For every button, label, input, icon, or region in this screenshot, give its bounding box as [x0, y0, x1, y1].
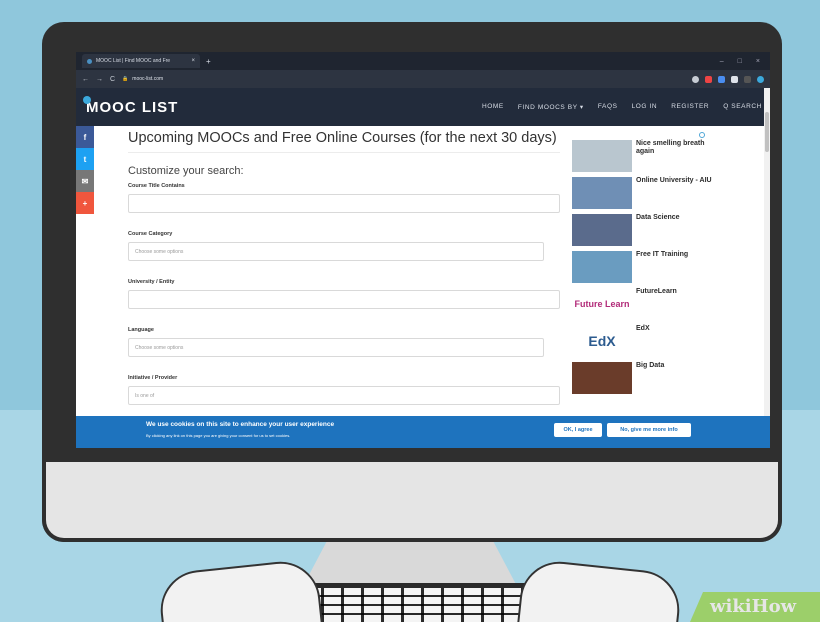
sidebar-item-title: Online University - AIU [636, 177, 712, 184]
sidebar-item[interactable]: Online University - AIU [572, 177, 712, 214]
page-title: Upcoming MOOCs and Free Online Courses (… [128, 130, 560, 153]
reload-button[interactable]: C [110, 76, 115, 83]
edx-logo: EdX [572, 325, 632, 357]
field-label: Language [128, 327, 154, 333]
site-nav: HOME FIND MOOCS BY ▾ FAQS LOG IN REGISTE… [482, 103, 762, 111]
sidebar-thumbnail [572, 251, 632, 283]
futurelearn-logo: Future Learn [572, 288, 632, 320]
initiative-provider-select[interactable]: Is one of [128, 386, 560, 405]
new-tab-button[interactable]: + [206, 57, 211, 66]
sidebar-item[interactable]: Nice smelling breath again [572, 140, 712, 177]
nav-log-in[interactable]: LOG IN [632, 103, 658, 111]
more-share-button[interactable]: + [76, 192, 94, 214]
sidebar-thumbnail [572, 214, 632, 246]
wikihow-watermark: wikiHow [690, 592, 820, 622]
lock-icon: 🔒 [122, 76, 129, 82]
illustration: MOOC List | Find MOOC and Fre × + – □ × … [0, 0, 820, 622]
sidebar-item-title: Free IT Training [636, 251, 689, 258]
sidebar-item-title: Nice smelling breath again [636, 140, 705, 155]
sidebar-item[interactable]: Data Science [572, 214, 712, 251]
profile-avatar[interactable] [757, 75, 764, 83]
sidebar-item[interactable]: Free IT Training [572, 251, 712, 288]
cookie-text: By clicking any link on this page you ar… [146, 433, 291, 438]
close-window-button[interactable]: × [756, 58, 760, 65]
screen: MOOC List | Find MOOC and Fre × + – □ × … [76, 52, 770, 448]
scrollbar-thumb[interactable] [765, 112, 769, 152]
email-share-button[interactable]: ✉ [76, 170, 94, 192]
nav-register[interactable]: REGISTER [671, 103, 709, 111]
ad-info-icon[interactable] [699, 132, 705, 138]
window-controls: – □ × [720, 58, 770, 65]
field-label: Course Category [128, 231, 173, 237]
plus-icon: + [82, 198, 88, 208]
sidebar-item-title: EdX [636, 325, 650, 332]
sidebar-thumbnail [572, 177, 632, 209]
cookie-title: We use cookies on this site to enhance y… [146, 421, 335, 428]
close-tab-icon[interactable]: × [191, 58, 195, 64]
logo-drop-icon [83, 95, 91, 104]
address-bar[interactable]: 🔒 mooc-list.com [122, 73, 685, 85]
language-select[interactable]: Choose some options [128, 338, 544, 357]
course-title-input[interactable] [128, 194, 560, 213]
search-heading: Customize your search: [128, 165, 244, 177]
extension-icon[interactable] [744, 75, 751, 83]
field-label: University / Entity [128, 279, 175, 285]
nav-home[interactable]: HOME [482, 103, 504, 111]
extension-icon[interactable] [731, 75, 738, 83]
extension-icon[interactable] [705, 75, 712, 83]
url-text: mooc-list.com [132, 76, 164, 82]
email-icon: ✉ [81, 176, 89, 186]
course-category-select[interactable]: Choose some options [128, 242, 544, 261]
twitter-icon: t [83, 154, 87, 164]
field-label: Initiative / Provider [128, 375, 178, 381]
field-label: Course Title Contains [128, 183, 185, 189]
sidebar-item[interactable]: Future Learn FutureLearn [572, 288, 712, 325]
site-logo[interactable]: MOOC LIST [83, 95, 179, 116]
nav-faqs[interactable]: FAQS [598, 103, 618, 111]
browser-tab[interactable]: MOOC List | Find MOOC and Fre × [82, 54, 200, 68]
nav-search[interactable]: Q SEARCH [723, 103, 762, 111]
tab-title: MOOC List | Find MOOC and Fre [96, 58, 171, 64]
wikihow-text: wikiHow [710, 596, 797, 617]
sidebar-item-title: Data Science [636, 214, 680, 221]
twitter-share-button[interactable]: t [76, 148, 94, 170]
facebook-share-button[interactable]: f [76, 126, 94, 148]
extensions [692, 75, 764, 83]
site-logo-text: MOOC LIST [86, 98, 179, 116]
sidebar-thumbnail [572, 362, 632, 394]
extension-icon[interactable] [718, 75, 725, 83]
university-input[interactable] [128, 290, 560, 309]
cookie-more-info-button[interactable]: No, give me more info [607, 423, 691, 437]
monitor-chin [42, 462, 782, 542]
main-content: Upcoming MOOCs and Free Online Courses (… [128, 130, 560, 405]
browser-tabbar: MOOC List | Find MOOC and Fre × + – □ × [76, 52, 770, 70]
cookie-banner: We use cookies on this site to enhance y… [76, 416, 770, 448]
maximize-button[interactable]: □ [738, 58, 742, 65]
back-button[interactable]: ← [82, 76, 89, 83]
sidebar-item[interactable]: Big Data [572, 362, 712, 399]
sidebar-item-title: FutureLearn [636, 288, 677, 295]
sidebar-ads: Nice smelling breath again Online Univer… [572, 140, 712, 399]
minimize-button[interactable]: – [720, 58, 724, 65]
browser-toolbar: ← → C 🔒 mooc-list.com [76, 70, 770, 88]
forward-button[interactable]: → [96, 76, 103, 83]
facebook-icon: f [83, 132, 87, 142]
share-bar: f t ✉ + [76, 126, 94, 214]
site-header: MOOC LIST HOME FIND MOOCS BY ▾ FAQS LOG … [76, 88, 770, 126]
sidebar-item-title: Big Data [636, 362, 665, 369]
sidebar-item[interactable]: EdX EdX [572, 325, 712, 362]
sidebar-thumbnail [572, 140, 632, 172]
star-icon[interactable] [692, 75, 699, 83]
cookie-agree-button[interactable]: OK, I agree [554, 423, 602, 437]
favicon-icon [87, 58, 92, 64]
nav-find-moocs-by[interactable]: FIND MOOCS BY ▾ [518, 103, 584, 111]
